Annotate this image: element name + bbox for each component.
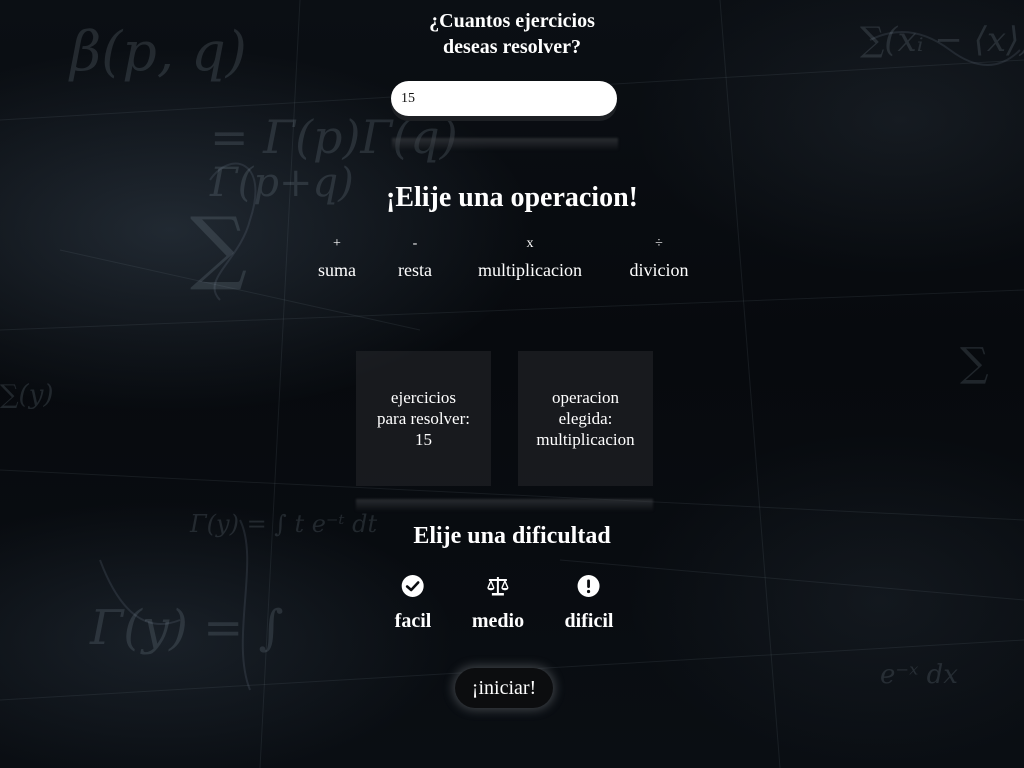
check-circle-icon bbox=[402, 575, 424, 597]
operation-title: ¡Elije una operacion! bbox=[386, 182, 638, 213]
minus-icon: - bbox=[412, 236, 418, 251]
exercise-count-input[interactable] bbox=[391, 81, 617, 116]
operation-divicion-button[interactable]: ÷ divicion bbox=[630, 234, 689, 282]
times-icon: x bbox=[526, 236, 534, 251]
question-line-2: deseas resolver? bbox=[443, 36, 581, 58]
question-line-1: ¿Cuantos ejercicios bbox=[429, 10, 595, 32]
section-divider bbox=[392, 138, 618, 150]
card-text: elegida: bbox=[558, 409, 613, 428]
exclamation-circle-icon bbox=[577, 575, 600, 597]
difficulty-label: medio bbox=[471, 610, 525, 632]
operation-suma-button[interactable]: + suma bbox=[318, 234, 356, 282]
card-text: para resolver: bbox=[377, 409, 470, 428]
difficulty-label: dificil bbox=[564, 610, 614, 632]
card-text: operacion bbox=[551, 388, 620, 407]
difficulty-dificil-button[interactable]: dificil bbox=[564, 574, 614, 633]
section-divider bbox=[356, 499, 653, 511]
exercise-count-question: ¿Cuantos ejercicios deseas resolver? bbox=[0, 8, 1024, 60]
operation-resta-button[interactable]: - resta bbox=[398, 234, 432, 282]
operation-label: divicion bbox=[629, 260, 689, 280]
operation-label: resta bbox=[398, 260, 432, 280]
operation-label: multiplicacion bbox=[478, 260, 582, 280]
operation-label: suma bbox=[318, 260, 356, 280]
chosen-operation-value: multiplicacion bbox=[536, 430, 635, 449]
exercises-count-value: 15 bbox=[415, 430, 432, 449]
difficulty-title: Elije una dificultad bbox=[413, 523, 611, 549]
balance-scale-icon bbox=[487, 577, 509, 596]
exercises-summary-card: ejercicios para resolver: 15 bbox=[356, 351, 491, 486]
operation-multiplicacion-button[interactable]: x multiplicacion bbox=[478, 234, 582, 282]
plus-icon: + bbox=[333, 236, 341, 251]
card-text: ejercicios bbox=[390, 388, 457, 407]
start-button[interactable]: ¡iniciar! bbox=[455, 668, 553, 708]
difficulty-label: facil bbox=[394, 610, 432, 632]
difficulty-medio-button[interactable]: medio bbox=[472, 574, 524, 633]
difficulty-facil-button[interactable]: facil bbox=[394, 574, 432, 633]
divide-icon: ÷ bbox=[655, 236, 663, 251]
operation-summary-card: operacion elegida: multiplicacion bbox=[518, 351, 653, 486]
